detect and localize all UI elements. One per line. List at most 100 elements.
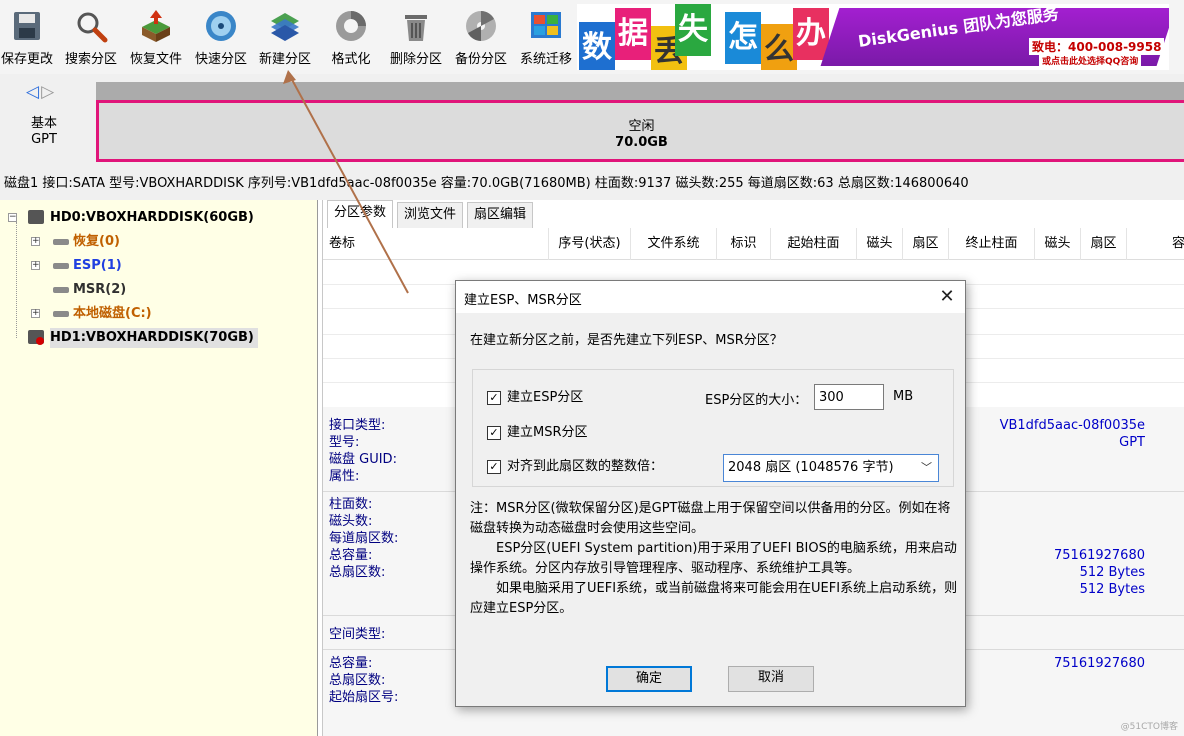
disk-info-line: 磁盘1 接口:SATA 型号:VBOXHARDDISK 序列号:VB1dfd5a…: [0, 170, 1184, 200]
prop-label-total-sectors: 总扇区数:: [329, 565, 386, 580]
partition-icon: [53, 311, 69, 317]
collapse-icon[interactable]: −: [8, 213, 17, 222]
support-banner[interactable]: 数 据 丢 失 怎 么 办 DiskGenius 团队为您服务 致电：400-0…: [577, 4, 1169, 70]
system-migrate-button[interactable]: 系统迁移: [513, 0, 579, 72]
save-changes-button[interactable]: 保存更改: [0, 0, 60, 72]
create-msr-label: 建立MSR分区: [507, 425, 588, 440]
dialog-note: 注：MSR分区(微软保留分区)是GPT磁盘上用于保留空间以供备用的分区。例如在将…: [470, 499, 958, 619]
search-partition-button[interactable]: 搜索分区: [58, 0, 124, 72]
new-partition-button[interactable]: 新建分区: [252, 0, 318, 72]
esp-size-input[interactable]: [814, 384, 884, 410]
tree-partition-label: 本地磁盘(C:): [73, 306, 152, 321]
toolbar: 保存更改 搜索分区 恢复文件 快速分区 新建分区 格式化 删除分区 备份分区 系…: [0, 0, 1184, 74]
column-sector-end[interactable]: 扇区: [1081, 228, 1127, 260]
recover-file-label: 恢复文件: [129, 52, 182, 67]
delete-partition-icon: [399, 9, 433, 43]
banner-char: 失: [675, 4, 711, 56]
column-sector[interactable]: 扇区: [903, 228, 949, 260]
prop-label-free-capacity: 总容量:: [329, 656, 373, 671]
prop-label-start-sector: 起始扇区号:: [329, 690, 399, 705]
hard-disk-selected-icon: [28, 330, 44, 345]
column-capacity[interactable]: 容: [1127, 228, 1184, 260]
prop-label-free-sectors: 总扇区数:: [329, 673, 386, 688]
expand-icon[interactable]: +: [31, 309, 40, 318]
column-file-system[interactable]: 文件系统: [631, 228, 717, 260]
banner-phone: 致电：400-008-9958: [1029, 38, 1165, 55]
column-head-end[interactable]: 磁头: [1035, 228, 1081, 260]
expand-icon[interactable]: +: [31, 261, 40, 270]
checkmark-icon[interactable]: ✓: [487, 426, 501, 440]
column-volume-label[interactable]: 卷标: [323, 228, 549, 260]
dialog-title: 建立ESP、MSR分区: [464, 293, 582, 308]
banner-char: 办: [793, 8, 829, 60]
tab-browse-files[interactable]: 浏览文件: [397, 202, 464, 228]
prop-label-model: 型号:: [329, 435, 360, 450]
save-changes-label: 保存更改: [0, 52, 53, 67]
prop-value-serial: VB1dfd5aac-08f0035e: [999, 418, 1145, 433]
ok-button[interactable]: 确定: [606, 666, 692, 692]
new-partition-icon: [268, 9, 302, 43]
column-head[interactable]: 磁头: [857, 228, 903, 260]
quick-partition-button[interactable]: 快速分区: [188, 0, 254, 72]
prop-label-attributes: 属性:: [329, 469, 360, 484]
tab-sector-edit[interactable]: 扇区编辑: [467, 202, 534, 228]
free-space-block[interactable]: 空闲 70.0GB: [96, 100, 1184, 162]
tree-connector: [16, 222, 17, 338]
banner-char: 数: [579, 22, 615, 70]
new-partition-label: 新建分区: [258, 52, 311, 67]
column-index-status[interactable]: 序号(状态): [549, 228, 631, 260]
prev-disk-icon[interactable]: ◁: [26, 82, 41, 102]
format-label: 格式化: [331, 52, 371, 67]
column-end-cylinder[interactable]: 终止柱面: [949, 228, 1035, 260]
prop-label-cylinders: 柱面数:: [329, 497, 373, 512]
system-migrate-icon: [529, 9, 563, 43]
prop-value-style: GPT: [1119, 435, 1145, 450]
prop-label-interface: 接口类型:: [329, 418, 386, 433]
quick-partition-icon: [204, 9, 238, 43]
tree-partition-c[interactable]: + 本地磁盘(C:): [31, 304, 152, 324]
chevron-down-icon[interactable]: ﹀: [921, 455, 932, 481]
tree-partition-msr[interactable]: MSR(2): [53, 280, 126, 300]
create-esp-checkbox[interactable]: ✓ 建立ESP分区: [487, 389, 583, 407]
create-esp-label: 建立ESP分区: [507, 390, 584, 405]
checkmark-icon[interactable]: ✓: [487, 391, 501, 405]
next-disk-icon[interactable]: ▷: [41, 82, 56, 102]
expand-icon[interactable]: +: [31, 237, 40, 246]
format-button[interactable]: 格式化: [318, 0, 384, 72]
backup-partition-label: 备份分区: [454, 52, 507, 67]
system-migrate-label: 系统迁移: [519, 52, 572, 67]
esp-size-unit: MB: [893, 389, 914, 404]
partition-icon: [53, 263, 69, 269]
tree-disk-hd1-label: HD1:VBOXHARDDISK(70GB): [50, 330, 254, 345]
alignment-select[interactable]: 2048 扇区 (1048576 字节) ﹀: [723, 454, 939, 482]
prop-label-heads: 磁头数:: [329, 514, 373, 529]
backup-partition-button[interactable]: 备份分区: [448, 0, 514, 72]
recover-file-button[interactable]: 恢复文件: [123, 0, 189, 72]
tree-partition-esp[interactable]: + ESP(1): [31, 256, 122, 276]
search-partition-label: 搜索分区: [64, 52, 117, 67]
partition-grid-header: 卷标 序号(状态) 文件系统 标识 起始柱面 磁头 扇区 终止柱面 磁头 扇区 …: [323, 228, 1184, 260]
disk-type-label: 基本: [30, 116, 57, 131]
prop-value-free-bytes: 75161927680: [1054, 656, 1145, 671]
close-icon[interactable]: ✕: [929, 281, 965, 313]
cancel-button[interactable]: 取消: [728, 666, 814, 692]
options-group: ✓ 建立ESP分区 ESP分区的大小： MB ✓ 建立MSR分区 ✓ 对齐到此扇…: [472, 369, 954, 487]
disk-nav-arrows[interactable]: ◁▷: [26, 82, 56, 102]
tree-disk-hd1[interactable]: HD1:VBOXHARDDISK(70GB): [28, 328, 258, 348]
tree-partition-label: ESP(1): [73, 258, 122, 273]
delete-partition-button[interactable]: 删除分区: [383, 0, 449, 72]
banner-qq-link[interactable]: 或点击此处选择QQ咨询: [1039, 54, 1142, 67]
create-msr-checkbox[interactable]: ✓ 建立MSR分区: [487, 424, 588, 442]
tree-disk-hd0[interactable]: − HD0:VBOXHARDDISK(60GB): [8, 208, 254, 228]
note-paragraph: ESP分区(UEFI System partition)用于采用了UEFI BI…: [470, 541, 957, 576]
alignment-select-value: 2048 扇区 (1048576 字节): [728, 460, 894, 475]
backup-partition-icon: [464, 9, 498, 43]
tab-partition-params[interactable]: 分区参数: [327, 200, 394, 228]
disk-style-label: GPT: [31, 132, 57, 147]
checkmark-icon[interactable]: ✓: [487, 460, 501, 474]
tree-partition-recovery[interactable]: + 恢复(0): [31, 232, 120, 252]
quick-partition-label: 快速分区: [194, 52, 247, 67]
align-checkbox[interactable]: ✓ 对齐到此扇区数的整数倍：: [487, 458, 663, 476]
column-start-cylinder[interactable]: 起始柱面: [771, 228, 857, 260]
column-id[interactable]: 标识: [717, 228, 771, 260]
